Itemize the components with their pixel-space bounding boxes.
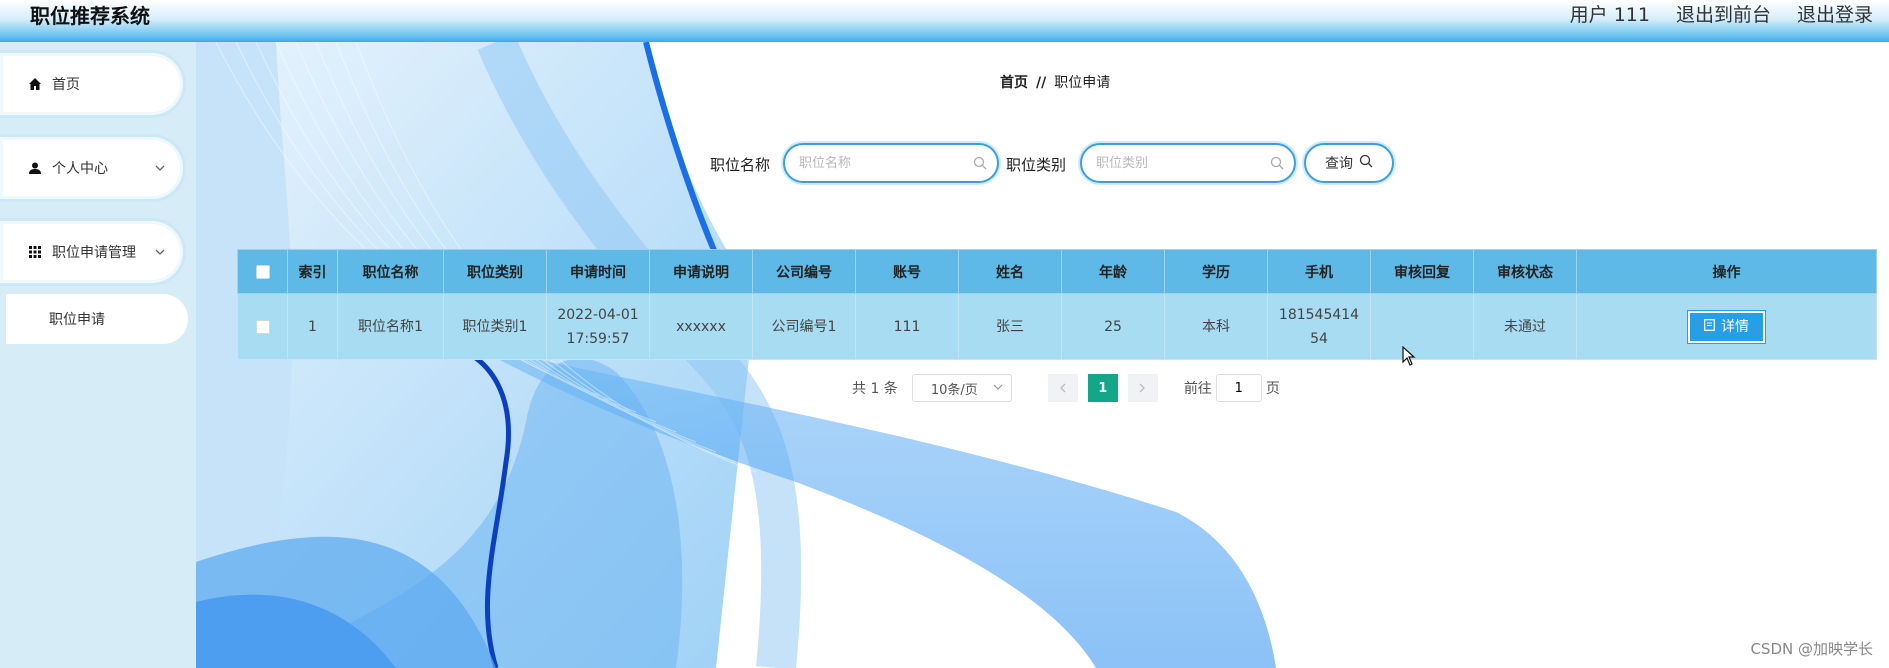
- column-header: 操作: [1576, 249, 1877, 294]
- search-icon: [973, 156, 987, 174]
- row-checkbox[interactable]: [255, 319, 270, 334]
- job-name-input[interactable]: [799, 155, 967, 171]
- app-title: 职位推荐系统: [30, 4, 150, 28]
- row-select-cell: [237, 293, 288, 360]
- cell-account: 111: [855, 293, 959, 360]
- apply-clock: 17:59:57: [566, 330, 630, 347]
- document-icon: [1704, 315, 1715, 339]
- page-suffix: 页: [1265, 381, 1280, 397]
- column-header: 手机: [1267, 249, 1371, 294]
- pager-total: 共 1 条: [852, 381, 898, 397]
- chevron-right-icon: [1139, 383, 1146, 393]
- sidebar-subitem-job-application[interactable]: 职位申请: [6, 294, 188, 344]
- job-name-search-field[interactable]: [783, 143, 999, 183]
- header-actions: 用户 111 退出到前台 退出登录: [1570, 0, 1873, 27]
- sidebar-item-personal-center[interactable]: 个人中心: [0, 134, 186, 202]
- prev-page-button[interactable]: [1047, 374, 1078, 402]
- home-icon: [28, 77, 42, 91]
- job-category-label: 职位类别: [1006, 156, 1067, 174]
- chevron-down-icon: [155, 161, 165, 175]
- cell-actions: 详情: [1576, 293, 1877, 360]
- apply-date: 2022-04-01: [557, 306, 639, 323]
- sidebar: 首页 个人中心 职位申请管理 职位申请: [0, 42, 196, 668]
- cell-apply-time: 2022-04-01 17:59:57: [546, 293, 650, 360]
- column-header: 职位类别: [443, 249, 547, 294]
- sidebar-item-home[interactable]: 首页: [0, 50, 186, 118]
- column-header: 职位名称: [337, 249, 444, 294]
- phone-line-2: 54: [1310, 330, 1328, 347]
- column-header: 姓名: [958, 249, 1062, 294]
- job-category-input[interactable]: [1096, 155, 1264, 171]
- job-name-label: 职位名称: [710, 156, 771, 174]
- logout-link[interactable]: 退出登录: [1797, 0, 1873, 27]
- cell-name: 张三: [958, 293, 1062, 360]
- cell-phone: 181545414 54: [1267, 293, 1371, 360]
- cell-job-name: 职位名称1: [337, 293, 444, 360]
- detail-button-label: 详情: [1721, 318, 1749, 335]
- column-header: 申请时间: [546, 249, 650, 294]
- watermark: CSDN @加映学长: [1750, 640, 1873, 658]
- user-label: 用户 111: [1569, 4, 1650, 26]
- cell-job-category: 职位类别1: [443, 293, 547, 360]
- cell-review-reply: [1370, 293, 1474, 360]
- page-size-select[interactable]: 10条/页: [911, 374, 1012, 402]
- user-icon: [28, 161, 42, 175]
- query-button[interactable]: 查询: [1304, 143, 1394, 183]
- column-header: 年龄: [1061, 249, 1165, 294]
- table-row: 1 职位名称1 职位类别1 2022-04-01 17:59:57 xxxxxx…: [237, 293, 1877, 360]
- select-all-checkbox[interactable]: [255, 264, 270, 279]
- chevron-left-icon: [1060, 383, 1066, 393]
- breadcrumb-home[interactable]: 首页: [1000, 75, 1028, 91]
- page-number-current[interactable]: 1: [1087, 374, 1118, 402]
- job-category-search-field[interactable]: [1080, 143, 1296, 183]
- column-header: 申请说明: [649, 249, 753, 294]
- exit-to-frontend-link[interactable]: 退出到前台: [1676, 0, 1771, 27]
- search-icon: [1270, 156, 1284, 174]
- cell-review-status: 未通过: [1473, 293, 1577, 360]
- search-icon: [1359, 154, 1373, 172]
- sidebar-item-job-application-management[interactable]: 职位申请管理: [0, 218, 186, 286]
- column-header: 索引: [287, 249, 338, 294]
- breadcrumb: 首页 // 职位申请: [1000, 72, 1110, 92]
- job-application-table: 索引 职位名称 职位类别 申请时间 申请说明 公司编号 账号 姓名 年龄 学历 …: [237, 249, 1877, 360]
- detail-button[interactable]: 详情: [1687, 309, 1766, 344]
- cell-index: 1: [287, 293, 338, 360]
- cell-apply-note: xxxxxx: [649, 293, 753, 360]
- page-size-value: 10条/页: [930, 382, 978, 398]
- column-header: 账号: [855, 249, 959, 294]
- breadcrumb-current: 职位申请: [1054, 75, 1111, 91]
- pagination: 共 1 条 10条/页 1 前往 页: [852, 374, 1280, 402]
- phone-line-1: 181545414: [1278, 306, 1360, 323]
- mouse-cursor-icon: [1402, 346, 1416, 366]
- sidebar-item-label: 职位申请管理: [52, 245, 136, 261]
- cell-age: 25: [1061, 293, 1165, 360]
- chevron-down-icon: [993, 381, 1003, 394]
- query-button-label: 查询: [1325, 156, 1353, 172]
- breadcrumb-separator: //: [1036, 75, 1047, 91]
- column-header: 审核状态: [1473, 249, 1577, 294]
- select-all-cell: [237, 249, 288, 294]
- table-header-row: 索引 职位名称 职位类别 申请时间 申请说明 公司编号 账号 姓名 年龄 学历 …: [237, 249, 1877, 294]
- goto-label: 前往: [1183, 381, 1212, 397]
- column-header: 学历: [1164, 249, 1268, 294]
- top-header: 职位推荐系统 用户 111 退出到前台 退出登录: [0, 0, 1889, 42]
- column-header: 审核回复: [1370, 249, 1474, 294]
- column-header: 公司编号: [752, 249, 856, 294]
- cell-education: 本科: [1164, 293, 1268, 360]
- sidebar-item-label: 首页: [52, 77, 80, 93]
- sidebar-item-label: 个人中心: [52, 161, 108, 177]
- chevron-down-icon: [155, 245, 165, 259]
- goto-page-input[interactable]: [1215, 374, 1262, 402]
- next-page-button[interactable]: [1127, 374, 1158, 402]
- grid-icon: [28, 245, 42, 259]
- cell-company-no: 公司编号1: [752, 293, 856, 360]
